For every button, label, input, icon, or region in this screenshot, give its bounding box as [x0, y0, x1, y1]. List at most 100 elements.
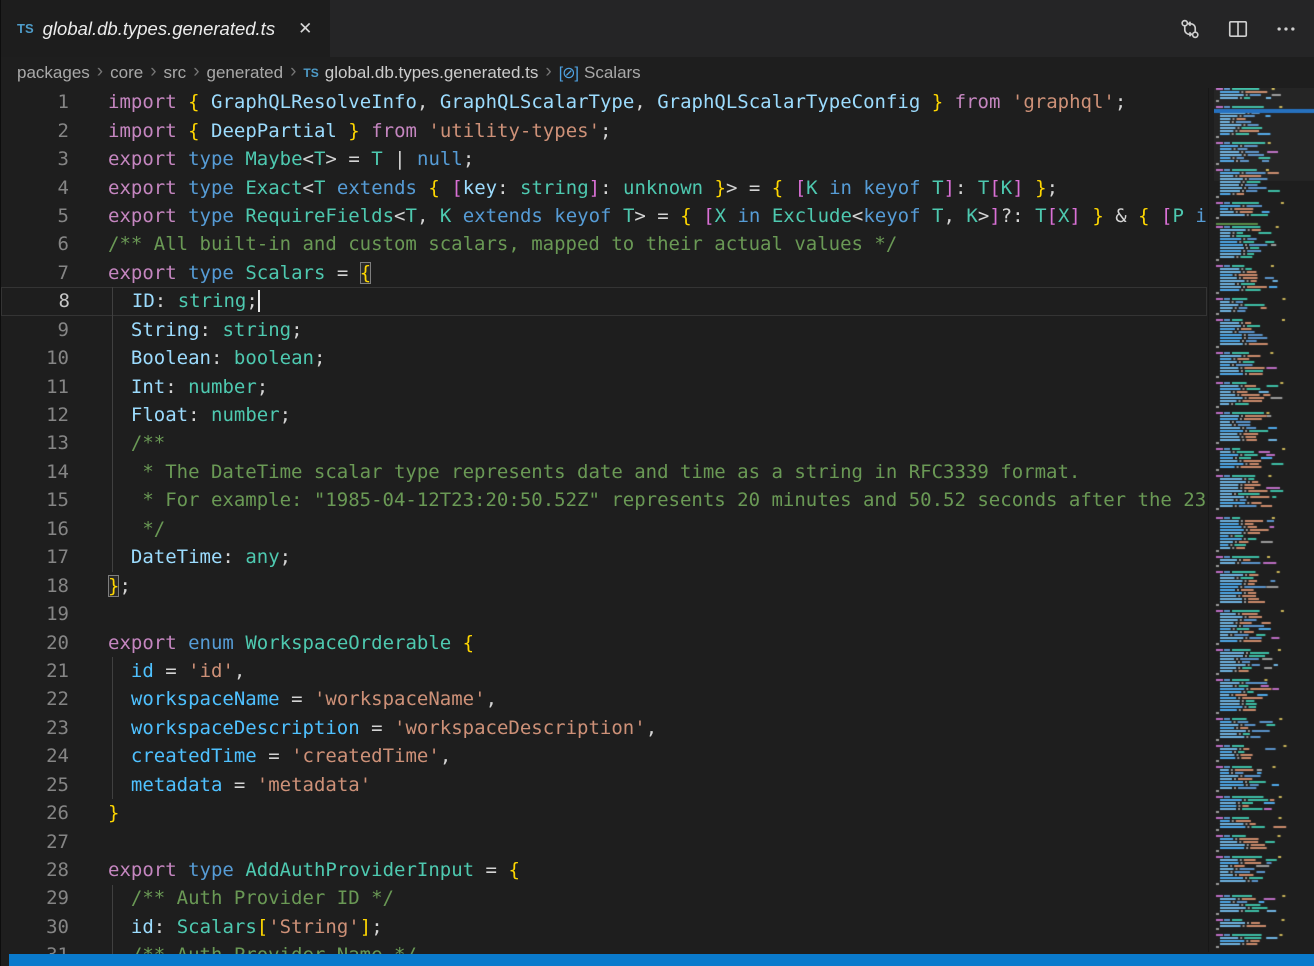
- line-number[interactable]: 21: [1, 660, 69, 682]
- code-text: metadata = 'metadata': [69, 774, 371, 796]
- code-line[interactable]: 2import { DeepPartial } from 'utility-ty…: [1, 116, 1207, 144]
- code-line[interactable]: 28export type AddAuthProviderInput = {: [1, 856, 1207, 884]
- breadcrumb-item-generated[interactable]: generated: [207, 63, 284, 83]
- line-number[interactable]: 23: [1, 717, 69, 739]
- line-number[interactable]: 24: [1, 745, 69, 767]
- code-line[interactable]: 15 * For example: "1985-04-12T23:20:50.5…: [1, 486, 1207, 514]
- code-line[interactable]: 26}: [1, 799, 1207, 827]
- code-text: Float: number;: [69, 404, 291, 426]
- breadcrumb-item-scalars[interactable]: [⊘]Scalars: [559, 63, 641, 83]
- code-text: */: [69, 518, 165, 540]
- code-line[interactable]: 11 Int: number;: [1, 372, 1207, 400]
- code-area[interactable]: 1import { GraphQLResolveInfo, GraphQLSca…: [1, 88, 1207, 966]
- code-text: /** All built-in and custom scalars, map…: [69, 233, 897, 255]
- chevron-right-icon: ›: [193, 61, 199, 83]
- line-number[interactable]: 14: [1, 461, 69, 483]
- breadcrumb-label: generated: [207, 63, 284, 83]
- line-number[interactable]: 12: [1, 404, 69, 426]
- code-line[interactable]: 12 Float: number;: [1, 401, 1207, 429]
- line-number[interactable]: 15: [1, 489, 69, 511]
- code-line[interactable]: 18};: [1, 571, 1207, 599]
- code-text: * The DateTime scalar type represents da…: [69, 461, 1080, 483]
- minimap[interactable]: [1214, 88, 1314, 952]
- line-number[interactable]: 30: [1, 916, 69, 938]
- code-line[interactable]: 19: [1, 600, 1207, 628]
- close-icon[interactable]: ✕: [294, 17, 316, 41]
- code-line[interactable]: 27: [1, 827, 1207, 855]
- code-line[interactable]: 25 metadata = 'metadata': [1, 771, 1207, 799]
- breadcrumb-label: Scalars: [584, 63, 641, 83]
- code-line[interactable]: 21 id = 'id',: [1, 657, 1207, 685]
- code-line[interactable]: 9 String: string;: [1, 316, 1207, 344]
- code-text: import { GraphQLResolveInfo, GraphQLScal…: [69, 91, 1126, 113]
- code-line[interactable]: 24 createdTime = 'createdTime',: [1, 742, 1207, 770]
- code-line[interactable]: 1import { GraphQLResolveInfo, GraphQLSca…: [1, 88, 1207, 116]
- line-number[interactable]: 1: [1, 91, 69, 113]
- line-number[interactable]: 10: [1, 347, 69, 369]
- code-line[interactable]: 17 DateTime: any;: [1, 543, 1207, 571]
- code-line[interactable]: 20export enum WorkspaceOrderable {: [1, 628, 1207, 656]
- code-text: Int: number;: [69, 376, 268, 398]
- code-line[interactable]: 30 id: Scalars['String'];: [1, 913, 1207, 941]
- code-text: id: Scalars['String'];: [69, 916, 383, 938]
- line-number[interactable]: 29: [1, 887, 69, 909]
- breadcrumb-item-src[interactable]: src: [164, 63, 187, 83]
- code-text: }: [69, 802, 119, 824]
- code-line[interactable]: 16 */: [1, 515, 1207, 543]
- line-number[interactable]: 13: [1, 432, 69, 454]
- more-actions-icon: [1275, 18, 1297, 40]
- code-line[interactable]: 7export type Scalars = {: [1, 259, 1207, 287]
- breadcrumb-label: packages: [17, 63, 90, 83]
- line-number[interactable]: 26: [1, 802, 69, 824]
- line-number[interactable]: 17: [1, 546, 69, 568]
- line-number[interactable]: 28: [1, 859, 69, 881]
- editor-body[interactable]: 1import { GraphQLResolveInfo, GraphQLSca…: [1, 88, 1314, 966]
- line-number[interactable]: 20: [1, 632, 69, 654]
- line-number[interactable]: 3: [1, 148, 69, 170]
- more-actions-button[interactable]: [1274, 17, 1298, 41]
- line-number[interactable]: 7: [1, 262, 69, 284]
- line-number[interactable]: 16: [1, 518, 69, 540]
- line-number[interactable]: 8: [2, 290, 70, 312]
- editor-actions: [1178, 0, 1314, 57]
- code-text: /**: [69, 432, 165, 454]
- code-text: import { DeepPartial } from 'utility-typ…: [69, 120, 611, 142]
- code-line[interactable]: 5export type RequireFields<T, K extends …: [1, 202, 1207, 230]
- line-number[interactable]: 18: [1, 575, 69, 597]
- line-number[interactable]: 6: [1, 233, 69, 255]
- line-number[interactable]: 9: [1, 319, 69, 341]
- line-number[interactable]: 27: [1, 831, 69, 853]
- line-number[interactable]: 19: [1, 603, 69, 625]
- breadcrumb: packages›core›src›generated›TSglobal.db.…: [1, 57, 1204, 88]
- code-line[interactable]: 13 /**: [1, 429, 1207, 457]
- breadcrumb-item-global-db-types-generated-ts[interactable]: TSglobal.db.types.generated.ts: [303, 63, 538, 83]
- ts-file-icon: TS: [303, 66, 318, 80]
- tab-global-db-types[interactable]: TS global.db.types.generated.ts ✕: [1, 0, 330, 57]
- breadcrumb-item-packages[interactable]: packages: [17, 63, 90, 83]
- line-number[interactable]: 2: [1, 120, 69, 142]
- line-number[interactable]: 5: [1, 205, 69, 227]
- line-number[interactable]: 25: [1, 774, 69, 796]
- code-text: * For example: "1985-04-12T23:20:50.52Z"…: [69, 489, 1207, 511]
- line-number[interactable]: 4: [1, 177, 69, 199]
- code-text: /** Auth Provider ID */: [69, 887, 394, 909]
- compare-changes-button[interactable]: [1178, 17, 1202, 41]
- code-line[interactable]: 4export type Exact<T extends { [key: str…: [1, 173, 1207, 201]
- code-line[interactable]: 29 /** Auth Provider ID */: [1, 884, 1207, 912]
- code-line[interactable]: 3export type Maybe<T> = T | null;: [1, 145, 1207, 173]
- chevron-right-icon: ›: [97, 61, 103, 83]
- code-text: export type AddAuthProviderInput = {: [69, 859, 520, 881]
- line-number[interactable]: 11: [1, 376, 69, 398]
- line-number[interactable]: 22: [1, 688, 69, 710]
- code-line[interactable]: 14 * The DateTime scalar type represents…: [1, 458, 1207, 486]
- code-line[interactable]: 23 workspaceDescription = 'workspaceDesc…: [1, 714, 1207, 742]
- code-line[interactable]: 10 Boolean: boolean;: [1, 344, 1207, 372]
- code-line[interactable]: 6/** All built-in and custom scalars, ma…: [1, 230, 1207, 258]
- split-editor-icon: [1227, 18, 1249, 40]
- split-editor-button[interactable]: [1226, 17, 1250, 41]
- compare-changes-icon: [1179, 18, 1201, 40]
- code-line[interactable]: 22 workspaceName = 'workspaceName',: [1, 685, 1207, 713]
- breadcrumb-item-core[interactable]: core: [110, 63, 143, 83]
- code-text: ID: string;: [70, 290, 260, 313]
- code-line[interactable]: 8 ID: string;: [1, 287, 1207, 315]
